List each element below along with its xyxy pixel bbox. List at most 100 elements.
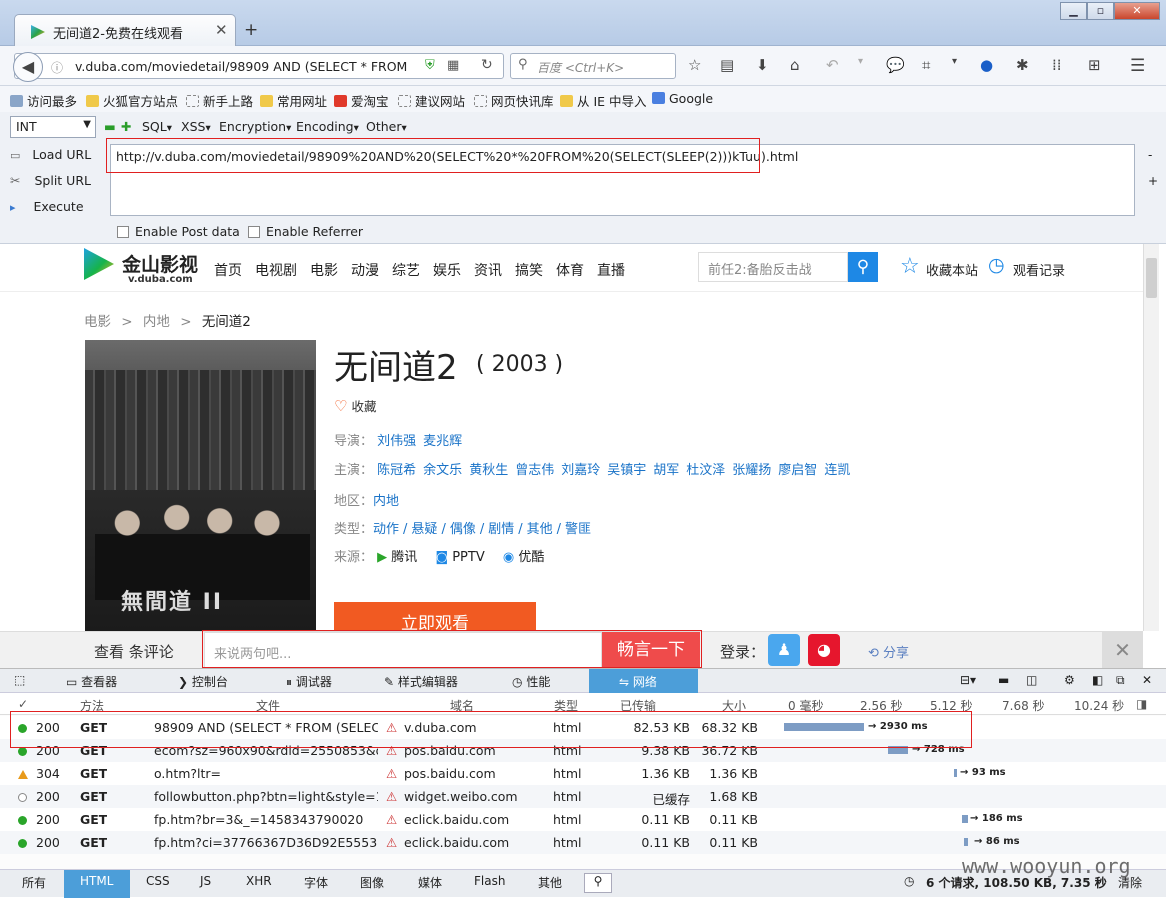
footprint-icon[interactable]: ⁞⁞ — [1052, 56, 1062, 74]
favorite-site-link[interactable]: 收藏本站 — [926, 260, 978, 279]
bookmark-item[interactable]: 爱淘宝 — [334, 91, 389, 110]
menu-sql[interactable]: SQL▾ — [142, 119, 172, 134]
dock-bottom-icon[interactable]: ▬ — [998, 673, 1009, 687]
network-request-row[interactable]: 304 GET o.htm?ltr= ⚠ pos.baidu.com html 1.36 K… — [0, 762, 1166, 785]
crop-icon[interactable]: ⌗ — [922, 56, 930, 74]
cast-link[interactable]: 胡军 — [653, 463, 679, 478]
cast-link[interactable]: 张耀扬 — [732, 463, 771, 478]
genre-link[interactable]: 偶像 — [450, 522, 476, 537]
identity-icon[interactable]: ⓘ — [51, 59, 63, 76]
nav-item[interactable]: 搞笑 — [515, 260, 543, 280]
qq-login-icon[interactable]: ♟ — [768, 634, 800, 666]
tab-performance[interactable]: ◷ 性能 — [512, 673, 550, 690]
genre-link[interactable]: 悬疑 — [411, 522, 437, 537]
chevron-down-icon[interactable]: ▾ — [858, 56, 863, 67]
director-link[interactable]: 刘伟强 — [377, 434, 416, 449]
chat-icon[interactable]: 💬 — [886, 56, 905, 74]
close-icon[interactable]: ✕ — [1142, 673, 1152, 687]
nav-item[interactable]: 电视剧 — [255, 260, 297, 280]
genre-link[interactable]: 其他 — [527, 522, 553, 537]
sitemap-icon[interactable]: ⊞ — [1088, 56, 1101, 74]
nav-item[interactable]: 电影 — [310, 260, 338, 280]
dock-side-icon[interactable]: ◧ — [1092, 673, 1103, 687]
bookmark-item[interactable]: 网页快讯库 — [474, 91, 554, 110]
nav-item[interactable]: 娱乐 — [433, 260, 461, 280]
nav-item[interactable]: 体育 — [556, 260, 584, 280]
cast-link[interactable]: 杜汶泽 — [686, 463, 725, 478]
region-link[interactable]: 内地 — [373, 494, 399, 509]
enable-referrer-checkbox[interactable]: Enable Referrer — [248, 224, 363, 239]
plus-icon[interactable]: ✚ — [121, 119, 131, 134]
browser-tab[interactable]: 无间道2-免费在线观看 ✕ — [14, 14, 236, 46]
source-youku[interactable]: 优酷 — [518, 550, 544, 565]
source-tencent[interactable]: 腾讯 — [391, 550, 417, 565]
search-box[interactable]: ⚲ 百度 <Ctrl+K> — [510, 53, 676, 79]
bookmark-item[interactable]: 建议网站 — [398, 91, 465, 110]
cast-link[interactable]: 连凯 — [824, 463, 850, 478]
star-icon[interactable]: ☆ — [900, 254, 920, 279]
cast-link[interactable]: 吴镇宇 — [607, 463, 646, 478]
comment-count-label[interactable]: 查看 条评论 — [94, 641, 174, 662]
filter-all[interactable]: 所有 — [22, 874, 46, 891]
bookmark-item[interactable]: 访问最多 — [10, 91, 77, 110]
split-console-icon[interactable]: ⊟▾ — [960, 673, 976, 687]
nav-item[interactable]: 动漫 — [351, 260, 379, 280]
filter-xhr[interactable]: XHR — [246, 874, 272, 888]
type-select[interactable]: INT ▼ — [10, 116, 96, 138]
collapse-icon[interactable]: ◨ — [1136, 697, 1147, 711]
breadcrumb-item[interactable]: 电影 — [84, 314, 111, 330]
page-scrollbar[interactable] — [1143, 244, 1159, 631]
genre-link[interactable]: 警匪 — [565, 522, 591, 537]
filter-media[interactable]: 媒体 — [418, 874, 442, 891]
address-bar[interactable]: ◀ ⓘ v.duba.com/moviedetail/98909 AND (SE… — [13, 52, 504, 82]
minimize-button[interactable]: ▁ — [1060, 2, 1087, 20]
qrcode-icon[interactable]: ▦ — [447, 58, 459, 73]
site-logo-icon[interactable] — [84, 248, 114, 280]
site-logo-text[interactable]: 金山影视 — [122, 250, 198, 277]
nav-item[interactable]: 直播 — [597, 260, 625, 280]
tab-network[interactable]: ⇋ 网络 — [589, 669, 698, 693]
execute-button[interactable]: ▸ Execute — [10, 199, 84, 214]
nav-item[interactable]: 资讯 — [474, 260, 502, 280]
pick-element-icon[interactable]: ⬚ — [14, 673, 25, 687]
menu-other[interactable]: Other▾ — [366, 119, 407, 134]
nav-item[interactable]: 首页 — [214, 260, 242, 280]
increase-icon[interactable]: + — [1148, 174, 1158, 188]
menu-encoding[interactable]: Encoding▾ — [296, 119, 359, 134]
history-link[interactable]: 观看记录 — [1013, 260, 1065, 279]
gear-icon[interactable]: ⚙ — [1064, 673, 1075, 687]
responsive-icon[interactable]: ◫ — [1026, 673, 1037, 687]
new-tab-icon[interactable]: + — [244, 20, 258, 40]
cast-link[interactable]: 余文乐 — [423, 463, 462, 478]
bookmark-item[interactable]: 常用网址 — [260, 91, 327, 110]
site-search-input[interactable]: 前任2:备胎反击战 — [698, 252, 848, 282]
bookmark-item[interactable]: Google — [652, 91, 713, 106]
bookmark-item[interactable]: 火狐官方站点 — [86, 91, 178, 110]
back-icon[interactable]: ◀ — [13, 52, 43, 82]
network-request-row[interactable]: 200 GET fp.htm?ci=37766367D36D92E555370...… — [0, 831, 1166, 854]
filter-css[interactable]: CSS — [146, 874, 170, 888]
filter-flash[interactable]: Flash — [474, 874, 505, 888]
filter-fonts[interactable]: 字体 — [304, 874, 328, 891]
addon-icon[interactable]: ● — [980, 56, 993, 74]
weibo-login-icon[interactable]: ◕ — [808, 634, 840, 666]
download-icon[interactable]: ⬇ — [756, 56, 769, 74]
genre-link[interactable]: 动作 — [373, 522, 399, 537]
cast-link[interactable]: 黄秋生 — [469, 463, 508, 478]
tab-inspector[interactable]: ▭ 查看器 — [66, 673, 117, 690]
maximize-button[interactable]: ▫ — [1087, 2, 1114, 20]
search-icon[interactable]: ⚲ — [584, 873, 612, 893]
tab-debugger[interactable]: ⏸ 调试器 — [286, 673, 332, 690]
filter-other[interactable]: 其他 — [538, 874, 562, 891]
cast-link[interactable]: 廖启智 — [778, 463, 817, 478]
share-button[interactable]: ⟲ 分享 — [868, 642, 909, 661]
network-request-row[interactable]: 200 GET followbutton.php?btn=light&style=1… — [0, 785, 1166, 808]
enable-post-checkbox[interactable]: Enable Post data — [117, 224, 240, 239]
source-pptv[interactable]: PPTV — [452, 550, 485, 565]
menu-encryption[interactable]: Encryption▾ — [219, 119, 291, 134]
collect-button[interactable]: ♡ 收藏 — [334, 396, 376, 415]
nav-item[interactable]: 综艺 — [392, 260, 420, 280]
filter-js[interactable]: JS — [200, 874, 211, 888]
close-icon[interactable]: ✕ — [1102, 632, 1143, 668]
undo-icon[interactable]: ↶ — [826, 56, 839, 74]
